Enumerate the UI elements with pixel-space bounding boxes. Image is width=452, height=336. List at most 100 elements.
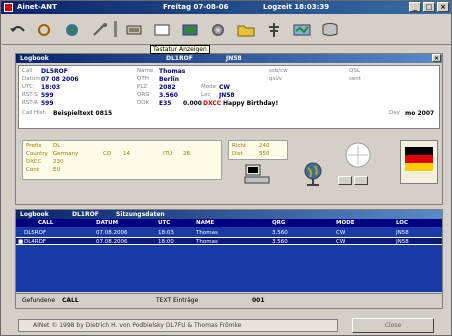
table-row-selected[interactable]: ■ DL4RDF 07.08.2006 18:00 Thomas 3.560 C… (16, 237, 442, 245)
col-name[interactable]: NAME (196, 220, 214, 226)
rst-r-field[interactable]: 599 (41, 100, 54, 107)
logbook-table: DL5ROF 07.08.2006 18:03 Thomas 3.560 CW … (16, 227, 442, 292)
remark-field[interactable]: Beispieltext 0815 (53, 110, 112, 117)
utc-field[interactable]: 18:03 (41, 84, 60, 91)
comment-prefix: 0.000 (183, 100, 202, 107)
bearing-group: Richt 240 Dist 550 (228, 140, 288, 160)
row-marker: ■ (18, 239, 24, 245)
globe-icon[interactable] (60, 19, 84, 41)
compass-icon[interactable] (343, 140, 373, 170)
col-mode[interactable]: MODE (336, 220, 354, 226)
qso-fields: Call DL5ROF Datum 07 08 2006 UTC 18:03 R… (18, 65, 440, 129)
row-loc: JN58 (396, 239, 409, 245)
close-dialog-button[interactable]: Close (352, 318, 434, 333)
copyright-text: AINet © 1998 by Dietrich H. von Podbiels… (18, 319, 338, 332)
mode-field[interactable]: CW (219, 84, 230, 91)
col-loc[interactable]: LOC (396, 220, 408, 226)
toolbar-tooltip: Tastatur Anzeigen (150, 45, 210, 54)
prefix-label: Prefix (26, 143, 42, 149)
country-flag (400, 140, 438, 184)
col-utc[interactable]: UTC (158, 220, 170, 226)
folder-icon[interactable] (234, 19, 258, 41)
loc-label: Loc (201, 92, 211, 98)
title-bar[interactable]: Ainet-ANT Freitag 07-08-06 Logzeit 18:03… (1, 1, 451, 14)
dxcc-label: DXCC (26, 159, 42, 165)
globe-stand-icon[interactable] (300, 160, 326, 188)
rst-s-field[interactable]: 599 (41, 92, 54, 99)
bearing-value: 240 (259, 143, 270, 149)
dok-label: DOK (137, 100, 150, 106)
row-qrg: 3.560 (272, 230, 288, 236)
row-call: DL4RDF (24, 239, 47, 245)
logbook-title: Logbook (20, 211, 49, 218)
close-button[interactable]: × (437, 2, 449, 12)
row-date: 07.08.2006 (96, 239, 128, 245)
minimize-button[interactable]: _ (409, 2, 421, 12)
tools-icon[interactable] (88, 19, 112, 41)
flag-germany-icon (405, 147, 433, 171)
date-field[interactable]: 07 08 2006 (41, 76, 79, 83)
next-button[interactable] (354, 176, 368, 185)
name-field[interactable]: Thomas (159, 68, 185, 75)
status-top-2: qsl/v (269, 76, 282, 82)
maximize-button[interactable]: □ (423, 2, 435, 12)
col-call[interactable]: CALL (38, 220, 53, 226)
bearing-label: Richt (232, 143, 247, 149)
row-loc: JN58 (396, 230, 409, 236)
logbook-panel: Logbook DL1ROF Sitzungsdaten CALL DATUM … (15, 209, 443, 309)
comment-field[interactable]: Happy Birthday! (223, 100, 278, 107)
undo-icon[interactable] (6, 19, 30, 41)
date-label: Datum (22, 76, 41, 82)
row-mode: CW (336, 230, 346, 236)
col-qrg[interactable]: QRG (272, 220, 285, 226)
country-info-group: Prefix DL Country Germany DXCC 230 Cont … (22, 140, 222, 180)
row-qrg: 3.560 (272, 239, 288, 245)
logbook-header: CALL DATUM UTC NAME QRG MODE LOC (16, 219, 442, 227)
ring-icon[interactable] (32, 19, 56, 41)
computer-icon[interactable] (244, 162, 270, 188)
gear-icon[interactable] (206, 19, 230, 41)
call-field[interactable]: DL5ROF (41, 68, 68, 75)
prev-button[interactable] (338, 176, 352, 185)
window-icon[interactable] (150, 19, 174, 41)
toolbar-separator (114, 21, 117, 37)
toolbar (2, 15, 451, 45)
row-name: Thomas (196, 239, 218, 245)
row-utc: 18:00 (158, 239, 174, 245)
qth-field[interactable]: Berlin (159, 76, 179, 83)
map-icon[interactable] (290, 19, 314, 41)
row-name: Thomas (196, 230, 218, 236)
keyboard-icon[interactable] (122, 19, 146, 41)
logbook-call: DL1ROF (72, 211, 99, 218)
display-icon[interactable] (178, 19, 202, 41)
comment-dxcc: DXCC (203, 100, 222, 107)
table-row[interactable]: DL5ROF 07.08.2006 18:03 Thomas 3.560 CW … (16, 229, 442, 237)
prefix-value: DL (53, 143, 61, 149)
rst-s-label: RST-S (22, 92, 38, 98)
logbook-titlebar: Logbook DL1ROF Sitzungsdaten (16, 210, 442, 219)
antenna-icon[interactable] (262, 19, 286, 41)
col-date[interactable]: DATUM (96, 220, 118, 226)
itu-label: ITU (163, 151, 173, 157)
footer-count: 001 (252, 297, 265, 304)
dist-value: 550 (259, 151, 270, 157)
name-label: Name (137, 68, 154, 74)
day-field[interactable]: mo 2007 (405, 110, 434, 117)
status-top-4: sent (349, 76, 361, 82)
cq-value: 14 (123, 151, 130, 157)
dok-field[interactable]: E35 (159, 100, 171, 107)
zip-field[interactable]: 2082 (159, 84, 176, 91)
country-info-area: Prefix DL Country Germany DXCC 230 Cont … (18, 134, 440, 202)
utc-label: UTC (22, 84, 33, 90)
logbook-info: Sitzungsdaten (116, 211, 165, 218)
qrg-field[interactable]: 3.560 (159, 92, 178, 99)
qso-panel-close-icon[interactable]: × (432, 54, 441, 62)
loc-field[interactable]: JN58 (219, 92, 235, 99)
row-utc: 18:03 (158, 230, 174, 236)
app-icon[interactable] (4, 3, 13, 12)
title-date: Freitag 07-08-06 (163, 3, 229, 11)
title-logtime: Logzeit 18:03:39 (263, 3, 330, 11)
database-icon[interactable] (318, 19, 342, 41)
main-window: Ainet-ANT Freitag 07-08-06 Logzeit 18:03… (0, 0, 452, 336)
rst-r-label: RST-R (22, 100, 38, 106)
